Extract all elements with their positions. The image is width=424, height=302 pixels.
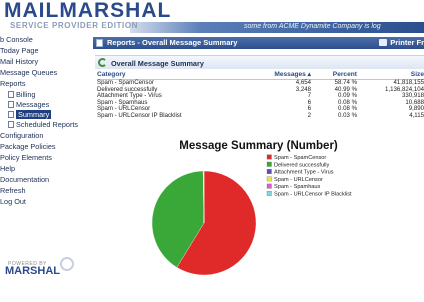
sidebar-item-messages[interactable]: Messages — [8, 100, 49, 109]
sidebar-item-label: Help — [0, 164, 16, 173]
app-banner: MAILMARSHAL SERVICE PROVIDER EDITION som… — [0, 0, 424, 33]
sidebar-item-configuration[interactable]: Configuration — [0, 131, 43, 140]
summary-table: Category Messages ▴ Percent Size Spam - … — [97, 71, 424, 120]
sidebar-item-label: Policy Elements — [0, 153, 52, 162]
sidebar-item-documentation[interactable]: Documentation — [0, 175, 49, 184]
legend-label: Spam - SpamCensor — [274, 155, 326, 161]
sidebar-item-reports[interactable]: Reports — [0, 79, 26, 88]
legend-swatch — [266, 169, 272, 174]
document-icon — [8, 121, 14, 128]
cell-category: Spam - URLCensor IP Blacklist — [97, 111, 182, 119]
cell-messages: 3,248 — [295, 85, 311, 93]
printer-friendly-button[interactable]: Printer Fr — [379, 38, 424, 47]
section-title: Overall Message Summary — [111, 59, 204, 68]
legend-swatch — [266, 176, 272, 182]
sidebar-item-message-queues[interactable]: Message Queues — [0, 68, 57, 77]
powered-by-logo: POWERED BY MARSHAL — [3, 257, 93, 297]
sidebar-item-b-console[interactable]: b Console — [0, 35, 33, 44]
sidebar-item-today-page[interactable]: Today Page — [0, 46, 39, 55]
table-row: Spam - URLCensor IP Blacklist 2 0.03 % 4,11… — [97, 111, 424, 120]
cell-messages: 6 — [307, 98, 311, 106]
report-icon — [96, 39, 103, 47]
logo-text: MAILMARSHAL — [4, 0, 172, 22]
sidebar-item-label: b Console — [0, 35, 33, 44]
pie-chart: Spam - SpamCensorDelivered successfully A… — [151, 154, 352, 276]
sidebar-item-label: Reports — [0, 79, 26, 88]
cell-messages: 6 — [307, 105, 311, 113]
page-title: Reports - Overall Message Summary — [107, 38, 238, 47]
cell-size: 4,115 — [409, 111, 424, 119]
legend-label: Delivered successfully — [274, 162, 330, 168]
sidebar-item-scheduled-reports[interactable]: Scheduled Reports — [8, 120, 78, 129]
sidebar-item-label: Messages — [16, 100, 50, 109]
table-body: Spam - SpamCensor 4,654 58.74 % 41,818,155 D… — [97, 79, 424, 120]
sidebar-item-label: Mail History — [0, 57, 39, 66]
sidebar-item-label: Refresh — [0, 186, 26, 195]
sidebar-item-label: Summary — [16, 110, 52, 119]
legend-label: Spam - URLCensor — [274, 177, 323, 183]
logo-subtitle: SERVICE PROVIDER EDITION — [10, 21, 139, 30]
sidebar-item-label: Message Queues — [0, 68, 58, 77]
cell-percent: 0.03 % — [338, 111, 357, 119]
cell-messages: 2 — [307, 111, 311, 119]
page-title-bar: Reports - Overall Message Summary Printe… — [93, 37, 424, 49]
legend-label: Attachment Type - Virus — [274, 170, 334, 176]
powered-logo-text: MARSHAL — [5, 265, 60, 277]
sidebar-item-help[interactable]: Help — [0, 164, 15, 173]
sidebar-item-log-out[interactable]: Log Out — [0, 197, 26, 206]
legend-swatch — [266, 154, 272, 160]
sidebar-item-label: Configuration — [0, 131, 44, 140]
marshal-ring-icon — [60, 257, 74, 271]
legend-label: Spam - URLCensor IP Blacklist — [274, 192, 352, 198]
sidebar-item-label: Log Out — [0, 197, 26, 206]
document-icon — [8, 111, 14, 118]
legend-swatch — [266, 191, 272, 196]
sidebar-item-label: Documentation — [0, 175, 50, 184]
app-logo: MAILMARSHAL SERVICE PROVIDER EDITION — [0, 0, 170, 33]
printer-icon — [379, 39, 388, 46]
sidebar-item-label: Today Page — [0, 46, 39, 55]
sidebar-item-billing[interactable]: Billing — [8, 90, 35, 99]
legend-swatch — [266, 161, 272, 167]
cell-messages: 7 — [307, 92, 311, 100]
sidebar-item-label: Scheduled Reports — [16, 120, 79, 129]
sidebar-item-refresh[interactable]: Refresh — [0, 186, 26, 195]
sidebar-item-package-policies[interactable]: Package Policies — [0, 142, 56, 151]
sidebar-item-policy-elements[interactable]: Policy Elements — [0, 153, 52, 162]
refresh-icon[interactable] — [98, 58, 107, 67]
document-icon — [8, 101, 14, 108]
document-icon — [8, 91, 14, 98]
sidebar-item-summary[interactable]: Summary — [8, 110, 52, 119]
printer-friendly-label: Printer Fr — [390, 38, 424, 47]
sidebar-item-label: Package Policies — [0, 142, 56, 151]
section-header: Overall Message Summary — [95, 55, 424, 69]
sidebar-item-label: Billing — [16, 90, 36, 99]
sidebar-item-mail-history[interactable]: Mail History — [0, 57, 38, 66]
legend-swatch — [266, 183, 272, 189]
legend-label: Spam - Spamhaus — [274, 184, 321, 190]
main-content: Reports - Overall Message Summary Printe… — [93, 33, 424, 302]
banner-status-message: some from ACME Dynamite Company is log — [244, 23, 381, 30]
